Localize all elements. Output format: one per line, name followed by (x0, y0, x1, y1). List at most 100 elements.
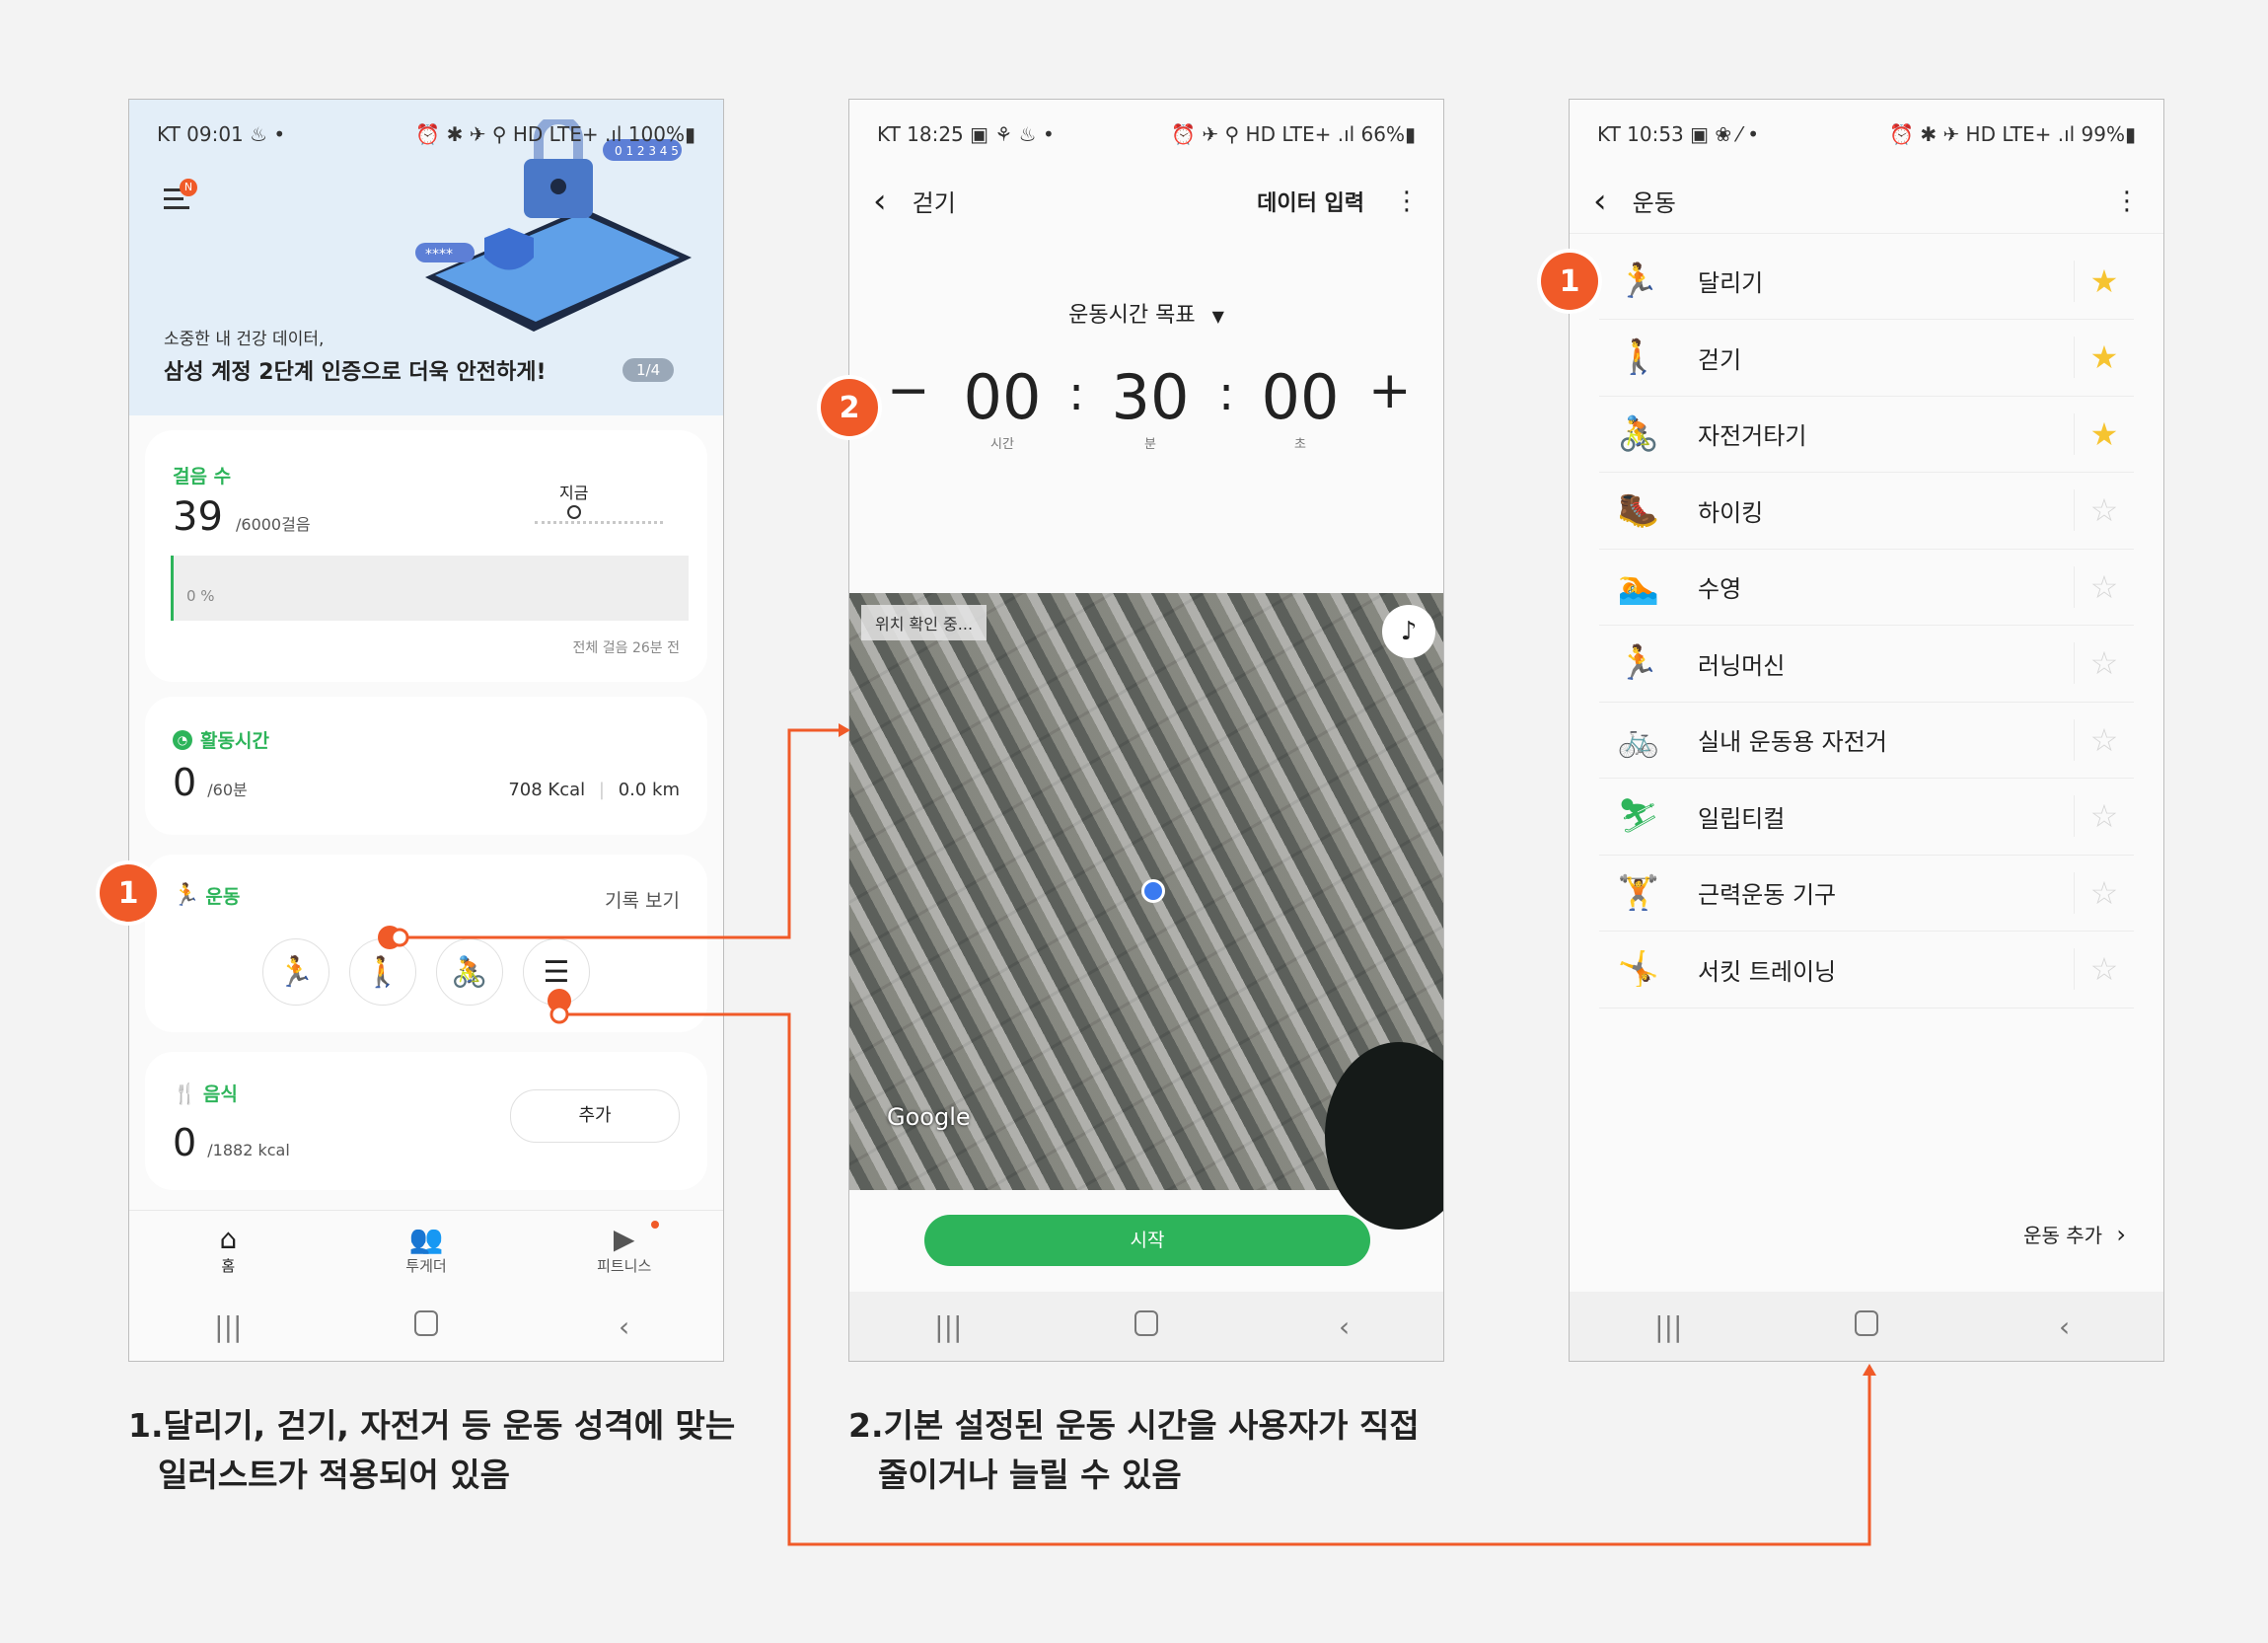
exercise-list-item[interactable]: 🚲 실내 운동용 자전거 ☆ (1599, 702, 2134, 779)
home-button[interactable] (397, 1309, 456, 1343)
exercise-item-label: 달리기 (1698, 269, 1764, 297)
time-separator: : (1068, 366, 1085, 421)
star-filled-icon[interactable]: ★ (2074, 412, 2134, 455)
status-bar: KT 10:53 ▣ ❀ ⁄ • ⏰ ✱ ✈ HD LTE+ .ıl 99%▮ (1570, 100, 2163, 169)
android-nav-bar: ||| ‹ (129, 1292, 723, 1361)
caption-1-line2: 일러스트가 적용되어 있음 (158, 1456, 510, 1494)
exercise-list-item[interactable]: 🏊 수영 ☆ (1599, 549, 2134, 626)
time-minutes-value: 30 (1111, 361, 1190, 433)
star-outline-icon[interactable]: ☆ (2074, 642, 2134, 684)
back-button[interactable]: ‹ (595, 1310, 654, 1343)
menu-icon[interactable]: N (164, 179, 197, 209)
satellite-map[interactable]: 위치 확인 중... ♪ Google (849, 593, 1443, 1230)
chevron-right-icon: › (2116, 1221, 2126, 1248)
tab-fitness[interactable]: ▶ 피트니스 (525, 1211, 723, 1295)
star-filled-icon[interactable]: ★ (2074, 336, 2134, 378)
exercise-list-item[interactable]: 🚶 걷기 ★ (1599, 320, 2134, 397)
tab-home[interactable]: ⌂ 홈 (129, 1211, 328, 1295)
time-minus-button[interactable]: − (887, 361, 930, 420)
exercise-walking-button[interactable]: 🚶 (349, 938, 416, 1006)
time-hours[interactable]: 00 시간 (948, 361, 1057, 452)
star-outline-icon[interactable]: ☆ (2074, 871, 2134, 914)
time-seconds[interactable]: 00 초 (1246, 361, 1354, 452)
exercise-cycling-button[interactable]: 🚴 (436, 938, 503, 1006)
exercise-list-item[interactable]: 🥾 하이킹 ☆ (1599, 473, 2134, 550)
tab-home-label: 홈 (221, 1257, 236, 1275)
walking-icon: 🚶 (1617, 337, 1660, 377)
start-button[interactable]: 시작 (924, 1215, 1370, 1266)
time-minutes[interactable]: 30 분 (1096, 361, 1205, 452)
food-card[interactable]: 🍴 음식 0 /1882 kcal 추가 (145, 1052, 707, 1190)
exercise-label: 운동 (205, 886, 241, 908)
add-exercise-link[interactable]: 운동 추가 › (2023, 1220, 2126, 1248)
steps-goal: /6000걸음 (236, 515, 311, 534)
running-icon: 🏃 (173, 883, 200, 908)
exercise-item-label: 근력운동 기구 (1698, 881, 1837, 909)
exercise-running-button[interactable]: 🏃 (262, 938, 329, 1006)
time-minutes-unit: 분 (1144, 437, 1156, 452)
home-button[interactable] (1837, 1309, 1896, 1343)
caption-2-line2: 줄이거나 늘릴 수 있음 (878, 1456, 1182, 1494)
exercise-history-link[interactable]: 기록 보기 (605, 886, 680, 913)
annotation-badge-1: 1 (1541, 253, 1598, 310)
caption-2-line1: 2.기본 설정된 운동 시간을 사용자가 직접 (848, 1406, 1420, 1445)
exercise-list-button[interactable]: ☰ (523, 938, 590, 1006)
page-title: 걷기 (912, 189, 956, 217)
steps-timeline-dots (535, 521, 663, 524)
exercise-list-item[interactable]: 🏃 달리기 ★ (1599, 243, 2134, 320)
food-goal: /1882 kcal (207, 1141, 290, 1159)
time-separator: : (1218, 366, 1235, 421)
star-outline-icon[interactable]: ☆ (2074, 489, 2134, 531)
status-bar: KT 09:01 ♨ • ⏰ ✱ ✈ ⚲ HD LTE+ .ıl 100%▮ (129, 100, 723, 169)
activity-card[interactable]: ◔ 활동시간 0 /60분 708 Kcal | 0.0 km (145, 697, 707, 835)
dropdown-caret-icon: ▼ (1211, 307, 1224, 326)
back-button[interactable]: ‹ (2035, 1310, 2094, 1343)
back-button[interactable]: ‹ (1315, 1310, 1374, 1343)
steps-percent: 0 % (186, 587, 215, 605)
calendar-play-icon: ▶ (613, 1223, 635, 1255)
time-seconds-value: 00 (1261, 361, 1340, 433)
tab-together[interactable]: 👥 투게더 (328, 1211, 526, 1295)
exercise-list-item[interactable]: 🏃 러닝머신 ☆ (1599, 626, 2134, 703)
menu-notification-badge: N (180, 179, 197, 196)
back-arrow-icon[interactable]: ‹ (1593, 182, 1607, 221)
exercise-card[interactable]: 🏃 운동 기록 보기 (145, 855, 707, 1032)
recents-button[interactable]: ||| (198, 1310, 257, 1343)
music-button[interactable]: ♪ (1382, 605, 1435, 658)
goal-dropdown[interactable]: 운동시간 목표 ▼ (849, 297, 1443, 329)
recents-button[interactable]: ||| (918, 1310, 978, 1343)
steps-card[interactable]: 걸음 수 39 /6000걸음 지금 0 % 전체 걸음 26분 전 (145, 430, 707, 682)
caption-2: 2.기본 설정된 운동 시간을 사용자가 직접 줄이거나 늘릴 수 있음 (848, 1401, 1420, 1500)
running-icon: 🏃 (277, 954, 315, 990)
exercise-item-label: 서킷 트레이닝 (1698, 957, 1837, 986)
time-plus-button[interactable]: + (1368, 361, 1412, 420)
fork-knife-icon: 🍴 (173, 1081, 197, 1105)
add-exercise-label: 운동 추가 (2023, 1224, 2103, 1247)
recents-button[interactable]: ||| (1639, 1310, 1698, 1343)
tab-fitness-label: 피트니스 (597, 1257, 652, 1275)
back-arrow-icon[interactable]: ‹ (873, 182, 887, 221)
home-button[interactable] (1117, 1309, 1176, 1343)
star-outline-icon[interactable]: ☆ (2074, 948, 2134, 990)
time-hours-unit: 시간 (990, 437, 1014, 452)
exercise-list-item[interactable]: 🏋 근력운동 기구 ☆ (1599, 855, 2134, 932)
more-options-icon[interactable]: ⋮ (1394, 187, 1420, 216)
cycling-icon: 🚴 (1617, 413, 1660, 454)
map-water (1325, 1042, 1443, 1230)
star-outline-icon[interactable]: ☆ (2074, 565, 2134, 608)
exercise-list-item[interactable]: ⛷ 일립티컬 ☆ (1599, 779, 2134, 856)
exercise-list-item[interactable]: 🤸 서킷 트레이닝 ☆ (1599, 932, 2134, 1008)
food-add-button[interactable]: 추가 (510, 1089, 680, 1143)
exercise-list-item[interactable]: 🚴 자전거타기 ★ (1599, 396, 2134, 473)
steps-label: 걸음 수 (173, 466, 232, 487)
header-bar: ‹ 걷기 데이터 입력 ⋮ (849, 169, 1443, 233)
home-icon: ⌂ (219, 1223, 238, 1255)
exercise-item-label: 걷기 (1698, 345, 1742, 374)
star-outline-icon[interactable]: ☆ (2074, 718, 2134, 761)
star-outline-icon[interactable]: ☆ (2074, 795, 2134, 837)
status-left: KT 10:53 ▣ ❀ ⁄ • (1597, 122, 1759, 146)
more-options-icon[interactable]: ⋮ (2114, 187, 2140, 216)
indoor-bike-icon: 🚲 (1617, 719, 1660, 760)
star-filled-icon[interactable]: ★ (2074, 260, 2134, 302)
data-entry-button[interactable]: 데이터 입력 (1257, 186, 1364, 217)
